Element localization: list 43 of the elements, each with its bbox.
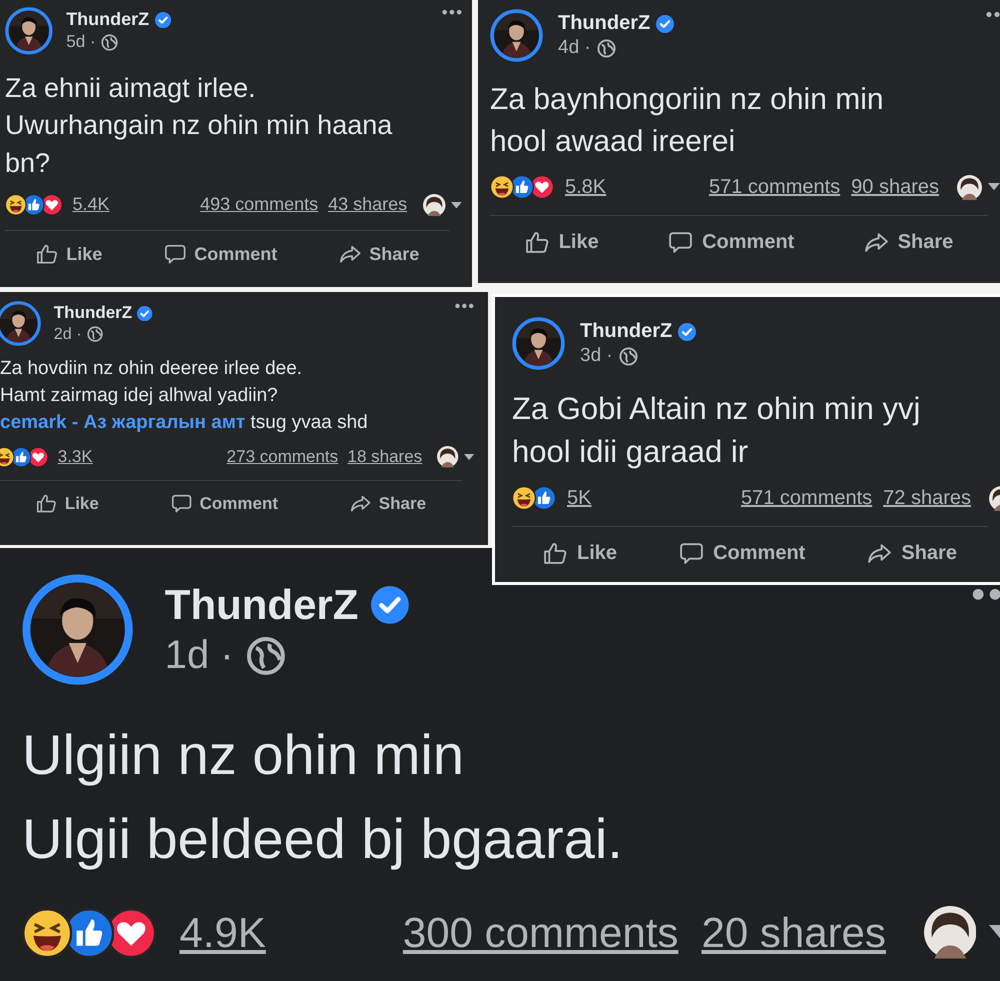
comments-link[interactable]: 571 comments bbox=[708, 176, 840, 198]
like-button[interactable]: Like bbox=[24, 238, 114, 272]
share-button[interactable]: Share bbox=[855, 534, 969, 572]
shares-link[interactable]: 90 shares bbox=[851, 176, 939, 198]
post-text: Za hovdiin nz ohin deeree irlee dee. Hamt zairmag idej alhwal yadiin? cemark - Аз жаргалын амт tsug yvaa shd bbox=[0, 357, 369, 435]
comment-button[interactable]: Comment bbox=[667, 534, 818, 572]
reaction-count[interactable]: 5.4K bbox=[72, 194, 110, 216]
comments-link[interactable]: 571 comments bbox=[740, 486, 872, 510]
like-button[interactable]: Like bbox=[26, 488, 110, 520]
author-name[interactable]: ThunderZ bbox=[558, 12, 650, 35]
page-link[interactable]: cemark - Аз жаргалын амт bbox=[0, 412, 246, 433]
author-name[interactable]: ThunderZ bbox=[54, 303, 132, 324]
share-button[interactable]: Share bbox=[340, 488, 436, 520]
post-time: 5d · bbox=[66, 32, 96, 52]
post-text: Za Gobi Altain nz ohin min yvj hool idii garaad ir bbox=[512, 390, 922, 472]
reaction-count[interactable]: 5.8K bbox=[565, 176, 606, 198]
post-time: 4d · bbox=[558, 37, 591, 59]
comment-button[interactable]: Comment bbox=[656, 224, 806, 260]
like-button[interactable]: Like bbox=[512, 224, 611, 260]
comment-button[interactable]: Comment bbox=[160, 488, 288, 520]
post-text: Ulgiin nz ohin min Ulgii beldeed bj bgaarai. bbox=[22, 722, 624, 872]
shares-link[interactable]: 43 shares bbox=[328, 194, 408, 216]
comments-link[interactable]: 493 comments bbox=[200, 194, 318, 216]
comments-link[interactable]: 300 comments bbox=[402, 908, 678, 957]
reaction-count[interactable]: 3.3K bbox=[58, 447, 93, 468]
post-time: 1d · bbox=[164, 633, 234, 678]
post-time: 2d · bbox=[54, 324, 82, 344]
shares-link[interactable]: 20 shares bbox=[701, 908, 886, 957]
comments-link[interactable]: 273 comments bbox=[226, 447, 338, 468]
author-name[interactable]: ThunderZ bbox=[164, 581, 358, 630]
post-time: 3d · bbox=[580, 345, 613, 367]
author-name[interactable]: ThunderZ bbox=[580, 320, 672, 343]
reaction-count[interactable]: 5K bbox=[567, 486, 592, 510]
author-name[interactable]: ThunderZ bbox=[66, 9, 150, 30]
post-text: Za baynhongoriin nz ohin min hool awaad ireerei bbox=[490, 82, 885, 160]
like-button[interactable]: Like bbox=[531, 534, 630, 572]
post-text: Za ehnii aimagt irlee. Uwurhangain nz ohin min haana bn? bbox=[5, 72, 394, 180]
share-button[interactable]: Share bbox=[852, 224, 966, 260]
share-button[interactable]: Share bbox=[328, 238, 430, 272]
shares-link[interactable]: 18 shares bbox=[348, 447, 422, 468]
shares-link[interactable]: 72 shares bbox=[883, 486, 971, 510]
reaction-count[interactable]: 4.9K bbox=[180, 908, 266, 957]
comment-button[interactable]: Comment bbox=[152, 238, 288, 272]
